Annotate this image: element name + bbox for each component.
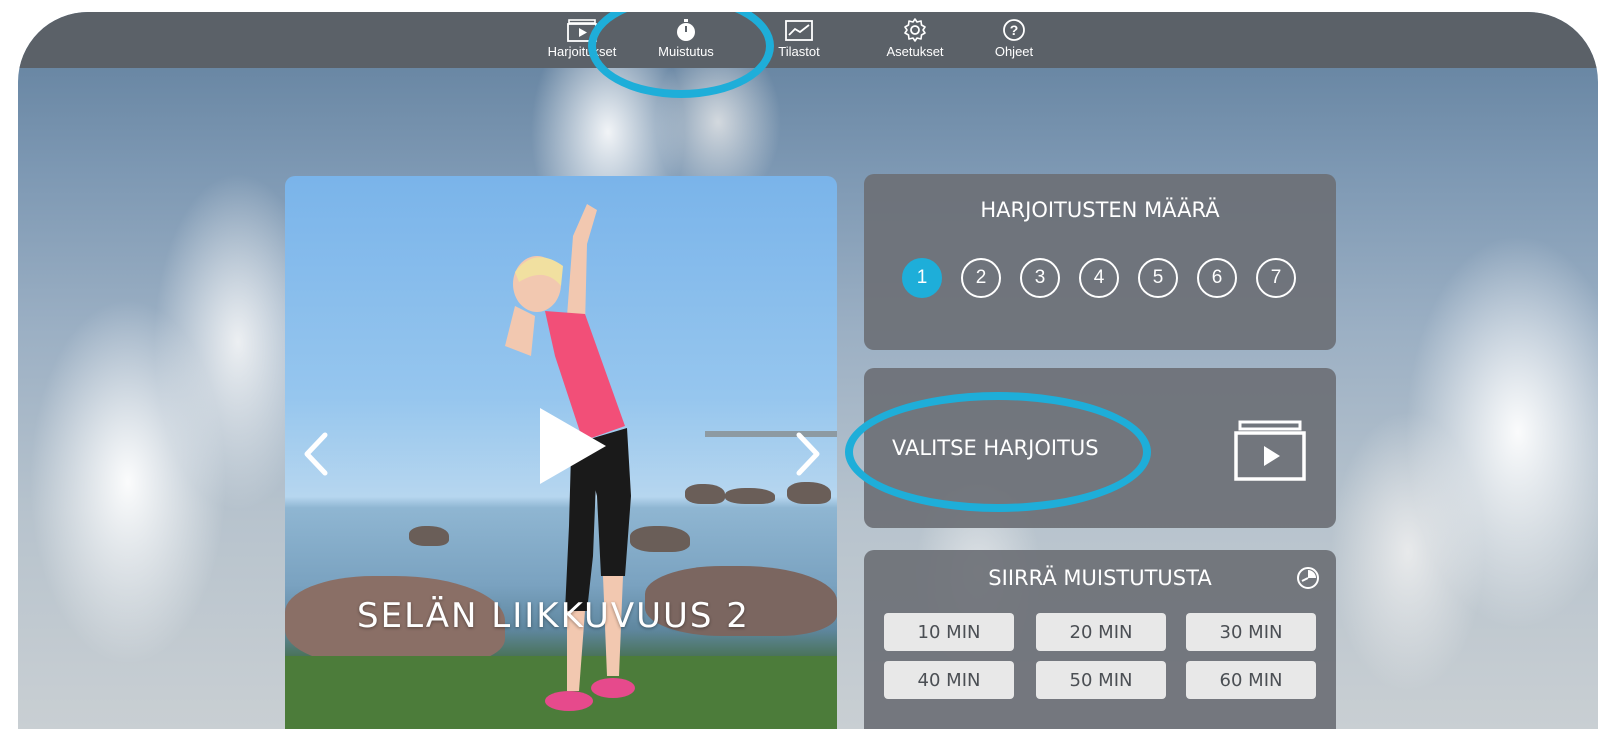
clock-icon: [1296, 566, 1320, 595]
question-mark-icon: ?: [1002, 18, 1026, 42]
count-option-3[interactable]: 3: [1020, 258, 1060, 298]
count-option-1[interactable]: 1: [902, 258, 942, 298]
svg-text:?: ?: [1010, 22, 1019, 38]
snooze-10-min-button[interactable]: 10 MIN: [884, 613, 1014, 651]
snooze-40-min-button[interactable]: 40 MIN: [884, 661, 1014, 699]
nav-item-harjoitukset[interactable]: Harjoitukset: [527, 18, 637, 66]
video-title: SELÄN LIIKKUVUUS 2: [357, 596, 750, 636]
nav-label: Tilastot: [778, 44, 820, 59]
exercise-video-card[interactable]: SELÄN LIIKKUVUUS 2: [285, 176, 837, 729]
exercise-folder-play-icon[interactable]: [1234, 420, 1306, 487]
nav-label: Harjoitukset: [547, 44, 617, 59]
stopwatch-icon: [674, 18, 698, 42]
rock: [787, 482, 831, 504]
count-option-6[interactable]: 6: [1197, 258, 1237, 298]
app-frame: Harjoitukset Muistutus Tilastot Asetukse…: [18, 12, 1598, 729]
gear-icon: [903, 18, 927, 42]
exercise-count-panel: HARJOITUSTEN MÄÄRÄ 1 2 3 4 5 6 7: [864, 174, 1336, 350]
play-icon[interactable]: [540, 408, 608, 489]
line-chart-icon: [784, 18, 814, 42]
exercise-folder-play-icon: [566, 18, 598, 42]
chevron-left-icon[interactable]: [301, 431, 331, 482]
nav-label: Asetukset: [886, 44, 944, 59]
snooze-30-min-button[interactable]: 30 MIN: [1186, 613, 1316, 651]
choose-exercise-label: VALITSE HARJOITUS: [892, 436, 1099, 460]
chevron-right-icon[interactable]: [793, 431, 823, 482]
count-option-4[interactable]: 4: [1079, 258, 1119, 298]
nav-label: Ohjeet: [994, 44, 1034, 59]
snooze-panel: SIIRRÄ MUISTUTUSTA 10 MIN 20 MIN 30 MIN …: [864, 550, 1336, 729]
choose-exercise-panel[interactable]: VALITSE HARJOITUS: [864, 368, 1336, 528]
nav-item-asetukset[interactable]: Asetukset: [860, 18, 970, 66]
count-option-7[interactable]: 7: [1256, 258, 1296, 298]
snooze-60-min-button[interactable]: 60 MIN: [1186, 661, 1316, 699]
count-option-5[interactable]: 5: [1138, 258, 1178, 298]
nav-item-tilastot[interactable]: Tilastot: [744, 18, 854, 66]
rock: [725, 488, 775, 504]
rock: [685, 484, 725, 504]
nav-label: Muistutus: [658, 44, 714, 59]
top-nav-bar: Harjoitukset Muistutus Tilastot Asetukse…: [18, 12, 1598, 68]
exercise-count-title: HARJOITUSTEN MÄÄRÄ: [980, 198, 1220, 222]
rock: [409, 526, 449, 546]
snooze-title: SIIRRÄ MUISTUTUSTA: [988, 566, 1212, 590]
snooze-20-min-button[interactable]: 20 MIN: [1036, 613, 1166, 651]
nav-item-muistutus[interactable]: Muistutus: [631, 18, 741, 66]
nav-item-ohjeet[interactable]: ? Ohjeet: [959, 18, 1069, 66]
snooze-50-min-button[interactable]: 50 MIN: [1036, 661, 1166, 699]
count-option-2[interactable]: 2: [961, 258, 1001, 298]
